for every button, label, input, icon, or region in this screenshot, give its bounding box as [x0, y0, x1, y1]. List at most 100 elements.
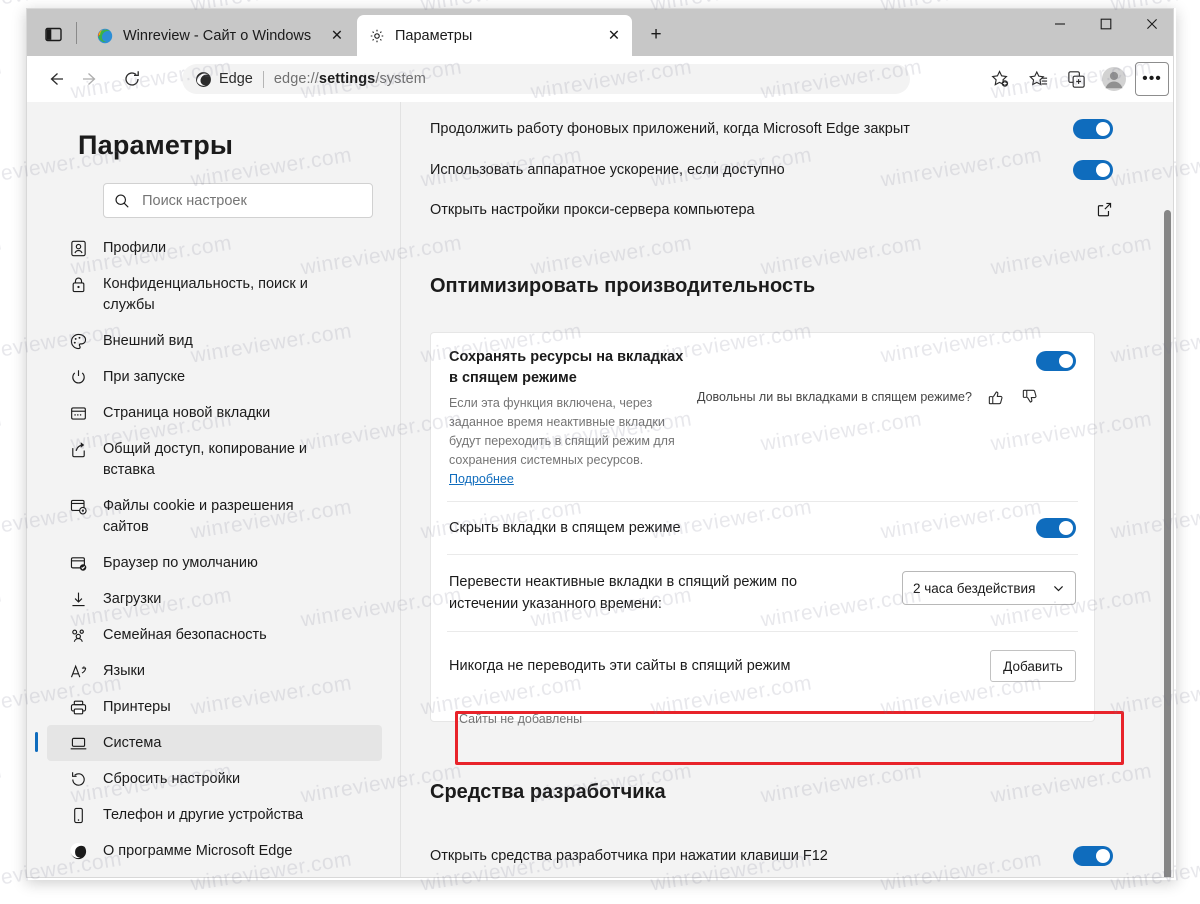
setting-row-devtools-f12: Открыть средства разработчика при нажати…	[430, 846, 1113, 866]
search-settings-box[interactable]	[103, 183, 373, 218]
sidebar-item-label: Файлы cookie и разрешения сайтов	[103, 498, 294, 535]
tab-strip: Winreview - Сайт о Windows ✕ Параметры ✕…	[27, 9, 1173, 56]
sidebar-item-system[interactable]: Система	[35, 725, 382, 761]
watermark-text: winreviewer.com	[0, 583, 4, 632]
arrow-left-icon[interactable]	[39, 62, 73, 96]
external-link-icon[interactable]	[1096, 201, 1113, 218]
settings-page: Параметры Поиск настроек Профили Конфиде…	[27, 102, 1173, 877]
scrollbar-thumb[interactable]	[1164, 210, 1171, 877]
sleeping-tabs-row: Сохранять ресурсы на вкладках в спящем р…	[431, 333, 1094, 501]
edge-logo-icon	[96, 27, 113, 44]
sidebar-item-default-browser[interactable]: Браузер по умолчанию	[47, 545, 382, 581]
sidebar-item-label: О программе Microsoft Edge	[103, 843, 293, 859]
browser-tab-winreview[interactable]: Winreview - Сайт о Windows ✕	[85, 15, 355, 56]
sidebar-item-label: При запуске	[103, 369, 186, 385]
sleeping-tabs-controls: Довольны ли вы вкладками в спящем режиме…	[685, 347, 1076, 489]
address-separator	[262, 70, 264, 88]
thumbs-up-icon[interactable]	[986, 387, 1006, 407]
settings-main-panel: Продолжить работу фоновых приложений, ко…	[401, 102, 1173, 877]
description-text: Если эта функция включена, через заданно…	[449, 396, 675, 467]
address-brand-label: Edge	[219, 71, 253, 87]
close-icon[interactable]: ✕	[325, 24, 349, 48]
sidebar-item-label: Телефон и другие устройства	[103, 807, 304, 823]
sidebar-item-printers[interactable]: Принтеры	[47, 689, 382, 725]
sleeping-tabs-description: Если эта функция включена, через заданно…	[449, 394, 685, 489]
watermark-text: winreviewer.com	[0, 231, 4, 280]
sidebar-item-label: Семейная безопасность	[103, 627, 267, 643]
hardware-acceleration-toggle[interactable]	[1073, 160, 1113, 180]
sidebar-item-privacy[interactable]: Конфиденциальность, поиск и службы	[47, 266, 382, 323]
address-bar[interactable]: Edge edge://settings/system	[182, 64, 910, 94]
add-site-button[interactable]: Добавить	[990, 650, 1076, 682]
new-tab-button[interactable]: +	[642, 22, 670, 48]
sidebar-item-label: Загрузки	[103, 591, 162, 607]
watermark-text: winreviewer.com	[0, 55, 4, 104]
languages-icon	[67, 660, 89, 682]
sidebar-item-languages[interactable]: Языки	[47, 653, 382, 689]
refresh-icon[interactable]	[115, 62, 149, 96]
sidebar-item-label: Система	[103, 735, 162, 751]
background-apps-toggle[interactable]	[1073, 119, 1113, 139]
settings-and-more-button[interactable]: •••	[1135, 62, 1169, 96]
browser-tab-settings[interactable]: Параметры ✕	[357, 15, 632, 56]
url-bold: settings	[318, 71, 376, 87]
reset-icon	[67, 768, 89, 790]
profile-avatar-icon[interactable]	[1097, 62, 1131, 96]
setting-label: Никогда не переводить эти сайты в спящий…	[449, 658, 791, 674]
sidebar-item-family-safety[interactable]: Семейная безопасность	[47, 617, 382, 653]
setting-label: Скрыть вкладки в спящем режиме	[449, 520, 681, 536]
never-sleep-sites-row: Никогда не переводить эти сайты в спящий…	[431, 632, 1094, 700]
download-icon	[67, 588, 89, 610]
search-input[interactable]	[140, 191, 362, 210]
selected-option: 2 часа бездействия	[913, 580, 1036, 596]
close-window-button[interactable]	[1129, 9, 1173, 39]
sleeping-timeout-row: Перевести неактивные вкладки в спящий ре…	[431, 555, 1094, 631]
sleeping-timeout-select[interactable]: 2 часа бездействия	[902, 571, 1076, 605]
devtools-f12-toggle[interactable]	[1073, 846, 1113, 866]
chevron-down-icon	[1052, 582, 1065, 595]
thumbs-down-icon[interactable]	[1020, 387, 1040, 407]
tab-title: Winreview - Сайт о Windows	[123, 27, 312, 44]
profile-icon	[67, 237, 89, 259]
watermark-text: winreviewer.com	[0, 407, 4, 456]
sidebar-item-cookies[interactable]: Файлы cookie и разрешения сайтов	[47, 488, 382, 545]
sidebar-item-label: Сбросить настройки	[103, 771, 241, 787]
sidebar-item-startup[interactable]: При запуске	[47, 359, 382, 395]
sidebar-item-reset-settings[interactable]: Сбросить настройки	[47, 761, 382, 797]
sidebar-item-about-edge[interactable]: О программе Microsoft Edge	[47, 833, 382, 869]
collections-icon[interactable]	[1059, 62, 1093, 96]
sidebar-item-new-tab-page[interactable]: Страница новой вкладки	[47, 395, 382, 431]
sidebar-item-downloads[interactable]: Загрузки	[47, 581, 382, 617]
family-icon	[67, 624, 89, 646]
tab-search-icon[interactable]	[39, 21, 67, 47]
sidebar-item-appearance[interactable]: Внешний вид	[47, 323, 382, 359]
learn-more-link[interactable]: Подробнее	[449, 472, 514, 486]
close-icon[interactable]: ✕	[602, 24, 626, 48]
gear-icon	[368, 27, 385, 44]
arrow-right-icon	[73, 62, 107, 96]
minimize-button[interactable]	[1037, 9, 1083, 39]
setting-label: Открыть настройки прокси-сервера компьют…	[430, 201, 755, 218]
section-heading-devtools: Средства разработчика	[430, 781, 666, 803]
fade-sleeping-tabs-toggle[interactable]	[1036, 518, 1076, 538]
setting-row-proxy-settings[interactable]: Открыть настройки прокси-сервера компьют…	[430, 201, 1113, 218]
sidebar-item-label: Страница новой вкладки	[103, 405, 271, 421]
maximize-button[interactable]	[1083, 9, 1129, 39]
setting-label: Использовать аппаратное ускорение, если …	[430, 162, 785, 178]
settings-nav-list: Профили Конфиденциальность, поиск и служ…	[27, 230, 400, 869]
sidebar-item-phone-devices[interactable]: Телефон и другие устройства	[47, 797, 382, 833]
add-favorite-icon[interactable]	[983, 62, 1017, 96]
scrollbar-track[interactable]	[1160, 102, 1173, 877]
sidebar-item-share-copy-paste[interactable]: Общий доступ, копирование и вставка	[47, 431, 382, 488]
browser-toolbar: Edge edge://settings/system •••	[27, 56, 1173, 102]
phone-icon	[67, 804, 89, 826]
sidebar-item-profiles[interactable]: Профили	[47, 230, 382, 266]
edge-logo-icon	[194, 70, 212, 88]
sidebar-item-label: Общий доступ, копирование и вставка	[103, 441, 308, 478]
performance-card: Сохранять ресурсы на вкладках в спящем р…	[430, 332, 1124, 765]
new-tab-page-icon	[67, 402, 89, 424]
empty-state-text: Сайты не добавлены	[459, 712, 583, 726]
share-icon	[67, 438, 89, 460]
sleeping-tabs-toggle[interactable]	[1036, 351, 1076, 371]
favorites-icon[interactable]	[1021, 62, 1055, 96]
